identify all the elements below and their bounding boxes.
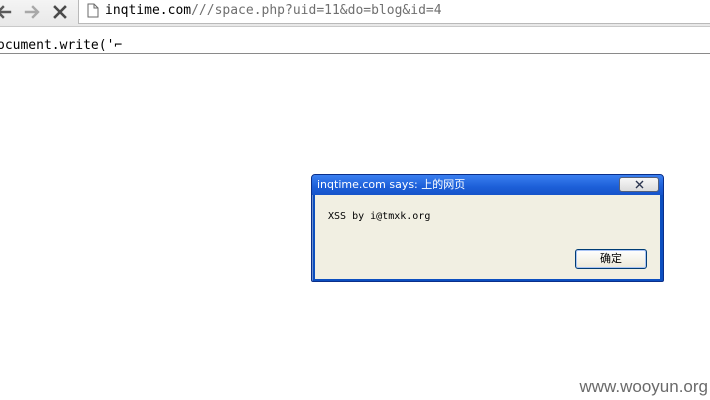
back-button[interactable] <box>0 0 14 24</box>
watermark: www.wooyun.org <box>579 377 708 396</box>
dialog-body: XSS by i@tmxk.org 确定 <box>315 195 660 279</box>
close-x-icon <box>635 180 643 189</box>
address-bar[interactable]: inqtime.com///space.php?uid=11&do=blog&i… <box>78 0 710 24</box>
dialog-titlebar[interactable]: inqtime.com says: 上的网页 <box>312 175 663 195</box>
forward-arrow-icon <box>24 5 40 19</box>
back-arrow-icon <box>0 5 12 19</box>
stop-button[interactable] <box>50 0 70 24</box>
browser-toolbar: inqtime.com///space.php?uid=11&do=blog&i… <box>0 0 710 27</box>
alert-dialog: inqtime.com says: 上的网页 XSS by i@tmxk.org… <box>311 174 664 282</box>
dialog-title: inqtime.com says: 上的网页 <box>317 178 466 191</box>
page-document-icon <box>87 3 99 22</box>
dialog-message: XSS by i@tmxk.org <box>328 211 431 222</box>
url-host: inqtime.com <box>105 3 192 18</box>
stop-x-icon <box>53 5 67 19</box>
dialog-close-button[interactable] <box>619 177 659 192</box>
forward-button[interactable] <box>22 0 42 24</box>
page-divider <box>0 53 710 54</box>
url-path: ///space.php?uid=11&do=blog&id=4 <box>191 3 442 18</box>
page-source-text: ocument.write('⌐ <box>0 38 123 53</box>
url-text[interactable]: inqtime.com///space.php?uid=11&do=blog&i… <box>105 3 442 19</box>
ok-button[interactable]: 确定 <box>575 249 647 269</box>
